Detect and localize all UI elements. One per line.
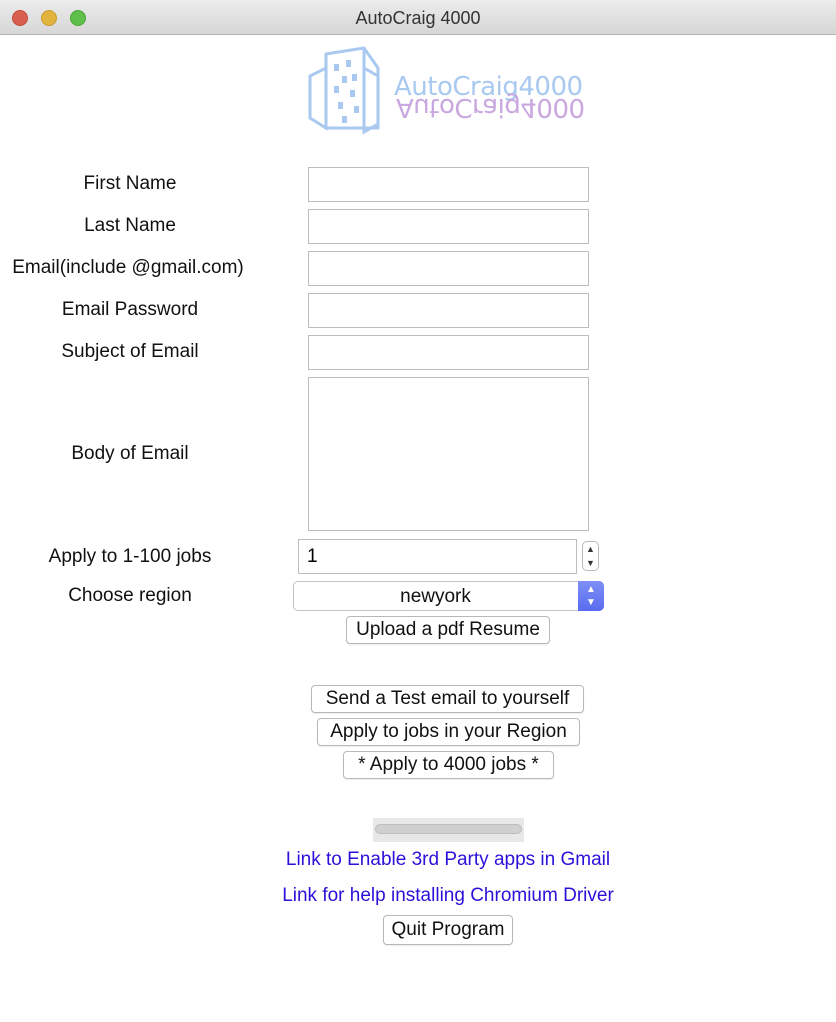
send-test-email-button[interactable]: Send a Test email to yourself — [311, 685, 584, 713]
last-name-input[interactable] — [308, 209, 589, 244]
chromium-help-link[interactable]: Link for help installing Chromium Driver — [0, 885, 836, 907]
chevron-up-icon[interactable]: ▲ — [583, 542, 598, 556]
first-name-label: First Name — [83, 173, 177, 194]
password-label: Email Password — [61, 299, 199, 320]
upload-resume-button[interactable]: Upload a pdf Resume — [346, 616, 550, 644]
region-select[interactable]: newyork ▲ ▼ — [293, 581, 604, 611]
email-input[interactable] — [308, 251, 589, 286]
window-title: AutoCraig 4000 — [355, 8, 481, 28]
progress-area — [373, 818, 524, 842]
jobs-count-input[interactable] — [298, 539, 577, 574]
region-selected-value: newyork — [400, 586, 471, 607]
jobs-count-label: Apply to 1-100 jobs — [48, 546, 212, 567]
apply-region-button[interactable]: Apply to jobs in your Region — [317, 718, 580, 746]
body-textarea[interactable] — [308, 377, 589, 531]
app-logo: AutoCraig4000 AutoCraig4000 — [306, 46, 596, 138]
title-bar: AutoCraig 4000 — [0, 0, 836, 35]
jobs-count-stepper[interactable]: ▲ ▼ — [582, 541, 599, 571]
gmail-third-party-link[interactable]: Link to Enable 3rd Party apps in Gmail — [0, 849, 836, 871]
email-label: Email(include @gmail.com) — [12, 257, 244, 278]
logo-reflection: AutoCraig4000 — [396, 92, 585, 122]
subject-label: Subject of Email — [61, 341, 199, 362]
building-icon — [308, 46, 380, 135]
chevron-down-icon[interactable]: ▼ — [583, 556, 598, 570]
body-label: Body of Email — [71, 443, 189, 464]
first-name-input[interactable] — [308, 167, 589, 202]
apply-all-jobs-button[interactable]: * Apply to 4000 jobs * — [343, 751, 554, 779]
progress-bar — [375, 824, 522, 834]
up-down-chevron-icon: ▲ ▼ — [578, 581, 604, 611]
region-label: Choose region — [68, 585, 192, 606]
subject-input[interactable] — [308, 335, 589, 370]
quit-button[interactable]: Quit Program — [383, 915, 513, 945]
last-name-label: Last Name — [84, 215, 176, 236]
password-input[interactable] — [308, 293, 589, 328]
